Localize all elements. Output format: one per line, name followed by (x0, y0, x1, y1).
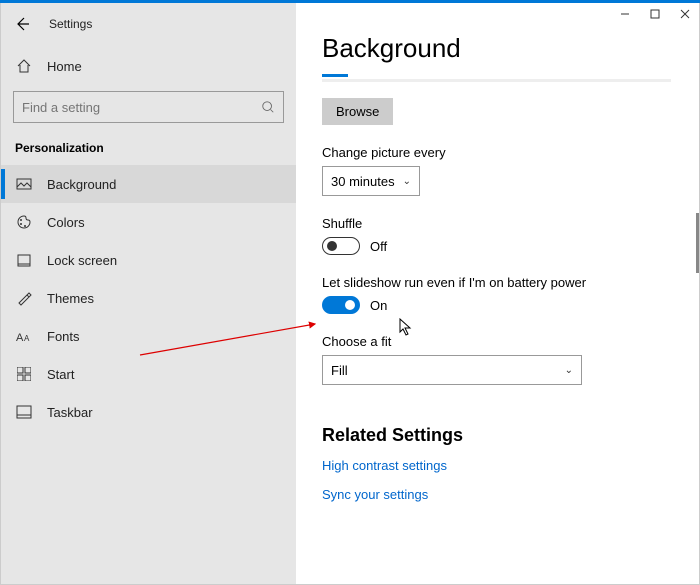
picture-icon (15, 175, 33, 193)
scrollbar[interactable] (696, 213, 699, 273)
battery-value: On (370, 298, 387, 313)
sidebar-item-home[interactable]: Home (1, 47, 296, 85)
sidebar-item-taskbar[interactable]: Taskbar (1, 393, 296, 431)
svg-text:A: A (24, 334, 30, 343)
battery-label: Let slideshow run even if I'm on battery… (322, 275, 671, 290)
change-picture-label: Change picture every (322, 145, 671, 160)
sidebar: Settings Home Personalization Background (1, 3, 296, 584)
themes-icon (15, 289, 33, 307)
sidebar-item-colors[interactable]: Colors (1, 203, 296, 241)
sidebar-item-background[interactable]: Background (1, 165, 296, 203)
search-input[interactable] (13, 91, 284, 123)
separator (322, 79, 671, 82)
page-title: Background (322, 33, 671, 64)
title-underline (322, 74, 348, 77)
search-field[interactable] (22, 100, 242, 115)
sidebar-item-label: Background (47, 177, 116, 192)
fit-select[interactable]: Fill ⌄ (322, 355, 582, 385)
palette-icon (15, 213, 33, 231)
home-icon (15, 57, 33, 75)
chevron-down-icon: ⌄ (565, 365, 573, 376)
sidebar-item-label: Lock screen (47, 253, 117, 268)
select-value: Fill (331, 363, 348, 378)
fonts-icon: AA (15, 327, 33, 345)
start-icon (15, 365, 33, 383)
category-label: Personalization (1, 137, 296, 165)
shuffle-label: Shuffle (322, 216, 671, 231)
fit-label: Choose a fit (322, 334, 671, 349)
lock-icon (15, 251, 33, 269)
link-high-contrast[interactable]: High contrast settings (322, 458, 671, 473)
link-sync-settings[interactable]: Sync your settings (322, 487, 671, 502)
search-icon (261, 100, 275, 114)
minimize-button[interactable] (610, 3, 640, 25)
svg-text:A: A (16, 332, 24, 343)
sidebar-item-label: Start (47, 367, 74, 382)
change-picture-select[interactable]: 30 minutes ⌄ (322, 166, 420, 196)
close-button[interactable] (670, 3, 700, 25)
app-title: Settings (49, 17, 92, 31)
taskbar-icon (15, 403, 33, 421)
sidebar-item-fonts[interactable]: AA Fonts (1, 317, 296, 355)
shuffle-value: Off (370, 239, 387, 254)
maximize-button[interactable] (640, 3, 670, 25)
sidebar-item-label: Fonts (47, 329, 80, 344)
sidebar-item-start[interactable]: Start (1, 355, 296, 393)
select-value: 30 minutes (331, 174, 395, 189)
related-heading: Related Settings (322, 425, 671, 446)
sidebar-item-label: Colors (47, 215, 85, 230)
sidebar-item-label: Home (47, 59, 82, 74)
browse-button[interactable]: Browse (322, 98, 393, 125)
sidebar-item-lockscreen[interactable]: Lock screen (1, 241, 296, 279)
sidebar-item-label: Taskbar (47, 405, 93, 420)
sidebar-item-label: Themes (47, 291, 94, 306)
sidebar-item-themes[interactable]: Themes (1, 279, 296, 317)
back-arrow-icon[interactable] (13, 15, 31, 33)
chevron-down-icon: ⌄ (403, 176, 411, 187)
window-controls (610, 3, 700, 25)
content-pane: Background Browse Change picture every 3… (296, 3, 699, 584)
battery-toggle[interactable] (322, 296, 360, 314)
shuffle-toggle[interactable] (322, 237, 360, 255)
